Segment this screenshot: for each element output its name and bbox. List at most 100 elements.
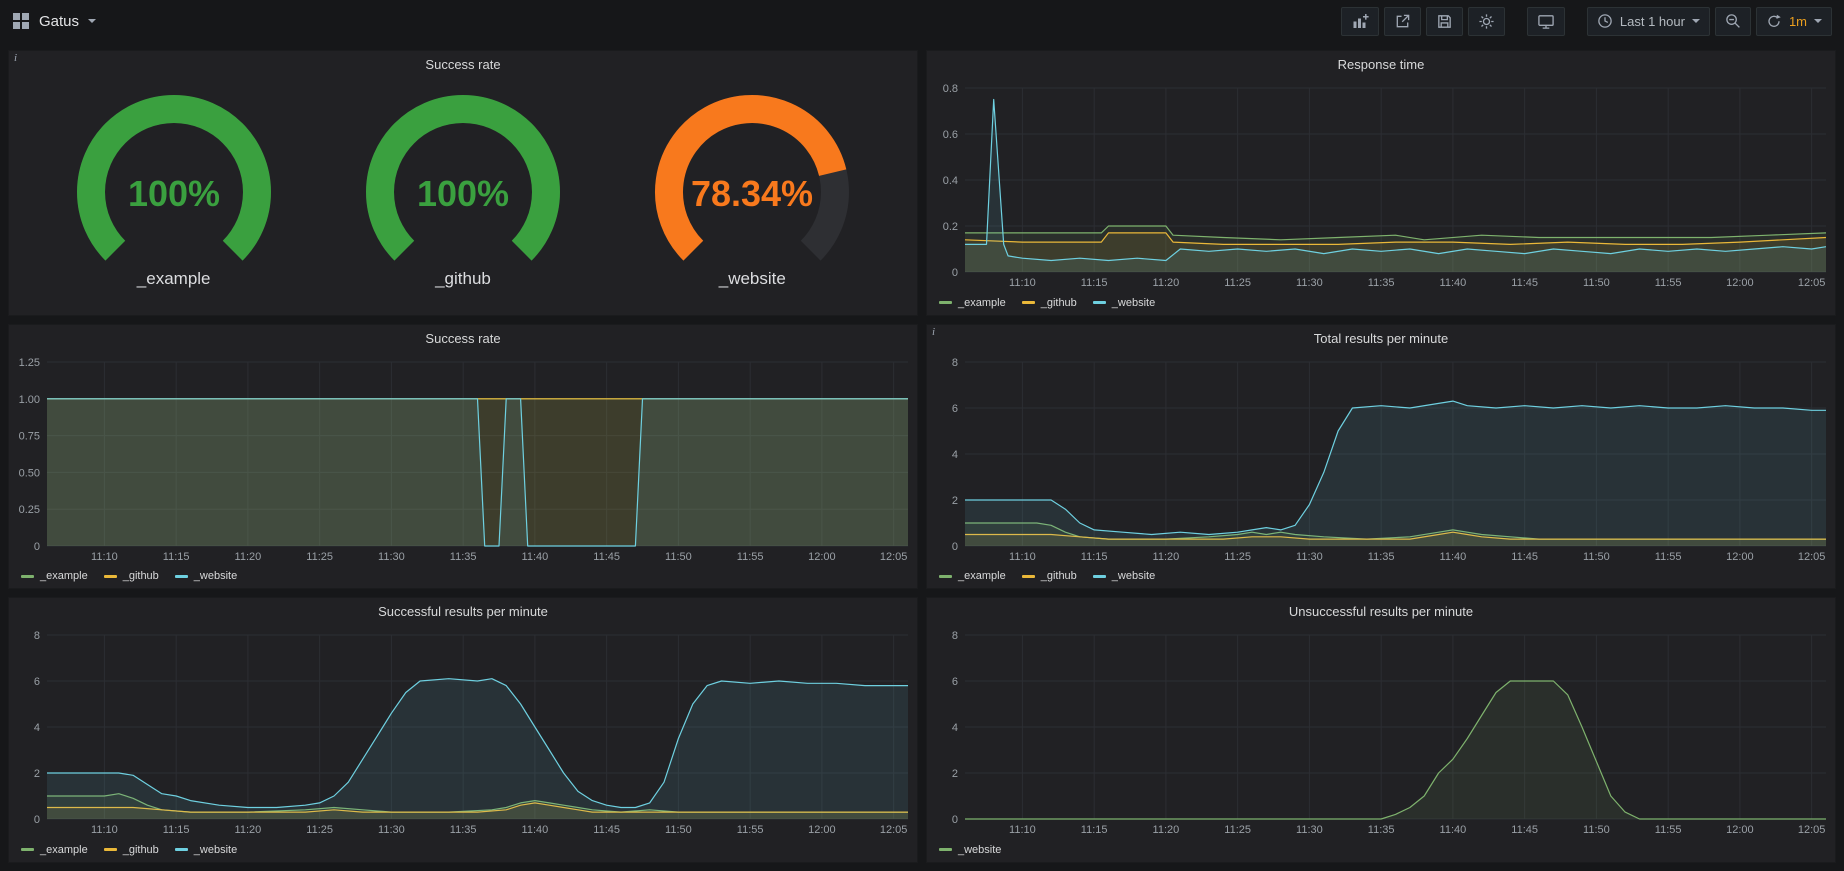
legend-item-_website[interactable]: _website (175, 844, 237, 856)
svg-text:11:25: 11:25 (306, 824, 333, 836)
legend-color-icon (104, 575, 117, 578)
legend-color-icon (1022, 575, 1035, 578)
refresh-picker[interactable]: 1m (1756, 7, 1832, 36)
svg-text:0: 0 (952, 267, 958, 279)
dashboard-title-button[interactable]: Gatus (12, 12, 96, 30)
svg-text:11:50: 11:50 (665, 824, 692, 836)
svg-text:11:45: 11:45 (1511, 824, 1538, 836)
svg-text:11:15: 11:15 (163, 824, 190, 836)
svg-text:12:05: 12:05 (1798, 824, 1826, 836)
svg-text:12:00: 12:00 (1726, 277, 1754, 289)
legend-series-name: _website (1112, 570, 1155, 582)
legend-item-_github[interactable]: _github (104, 570, 159, 582)
response-time-chart[interactable]: 00.20.40.60.811:1011:1511:2011:2511:3011… (927, 78, 1835, 291)
legend-item-_github[interactable]: _github (1022, 297, 1077, 309)
dashboard-settings-button[interactable] (1468, 7, 1505, 36)
time-range-picker[interactable]: Last 1 hour (1587, 7, 1710, 36)
svg-text:6: 6 (952, 676, 958, 688)
legend-item-_website[interactable]: _website (175, 570, 237, 582)
legend-color-icon (1093, 301, 1106, 304)
svg-text:1.00: 1.00 (19, 393, 40, 405)
svg-text:1.25: 1.25 (19, 357, 40, 369)
panel-title[interactable]: Success rate (9, 51, 917, 78)
legend-item-_website[interactable]: _website (1093, 297, 1155, 309)
svg-text:11:10: 11:10 (91, 551, 118, 563)
svg-text:11:45: 11:45 (593, 551, 620, 563)
successful-results-chart[interactable]: 0246811:1011:1511:2011:2511:3011:3511:40… (9, 625, 917, 838)
legend-color-icon (175, 575, 188, 578)
caret-down-icon (88, 19, 96, 23)
svg-text:11:20: 11:20 (235, 551, 262, 563)
caret-down-icon (1814, 19, 1822, 23)
svg-text:12:00: 12:00 (1726, 824, 1754, 836)
refresh-icon (1766, 13, 1782, 29)
panel-total-results: i Total results per minute 0246811:1011:… (926, 324, 1836, 590)
svg-text:11:55: 11:55 (737, 551, 764, 563)
legend-item-_example[interactable]: _example (939, 570, 1006, 582)
svg-text:4: 4 (952, 722, 958, 734)
legend-color-icon (175, 848, 188, 851)
legend-item-_website[interactable]: _website (939, 844, 1001, 856)
share-dashboard-button[interactable] (1384, 7, 1421, 36)
legend-item-_example[interactable]: _example (21, 570, 88, 582)
add-panel-button[interactable] (1341, 7, 1379, 36)
legend-item-_github[interactable]: _github (104, 844, 159, 856)
svg-text:11:15: 11:15 (163, 551, 190, 563)
panel-response-time: Response time 00.20.40.60.811:1011:1511:… (926, 50, 1836, 316)
svg-text:11:55: 11:55 (1655, 551, 1682, 563)
clock-icon (1597, 13, 1613, 29)
legend-series-name: _example (958, 297, 1006, 309)
gauge-label: _website (719, 269, 786, 289)
zoom-out-time-button[interactable] (1715, 7, 1751, 36)
svg-text:8: 8 (952, 357, 958, 369)
total-results-chart[interactable]: 0246811:1011:1511:2011:2511:3011:3511:40… (927, 352, 1835, 565)
svg-text:0.50: 0.50 (19, 467, 40, 479)
svg-text:11:50: 11:50 (1583, 277, 1610, 289)
success-rate-chart[interactable]: 00.250.500.751.001.2511:1011:1511:2011:2… (9, 352, 917, 565)
legend-item-_github[interactable]: _github (1022, 570, 1077, 582)
legend-series-name: _github (123, 570, 159, 582)
svg-text:11:30: 11:30 (378, 824, 405, 836)
legend-series-name: _website (194, 844, 237, 856)
gauge-value: 78.34% (691, 173, 813, 214)
svg-text:0.6: 0.6 (943, 129, 958, 141)
svg-text:11:25: 11:25 (1224, 824, 1251, 836)
cycle-view-mode-button[interactable] (1527, 7, 1565, 36)
dashboard-grid: i Success rate 100%_example 100% _github 78… (0, 42, 1844, 871)
gauge-value: 100% (417, 173, 509, 214)
panel-title[interactable]: Success rate (9, 325, 917, 352)
svg-text:11:50: 11:50 (1583, 551, 1610, 563)
info-icon[interactable]: i (9, 51, 27, 69)
panel-title[interactable]: Response time (927, 51, 1835, 78)
unsuccessful-results-chart[interactable]: 0246811:1011:1511:2011:2511:3011:3511:40… (927, 625, 1835, 838)
legend-series-name: _github (123, 844, 159, 856)
panel-title[interactable]: Total results per minute (927, 325, 1835, 352)
svg-text:11:50: 11:50 (665, 551, 692, 563)
gauge-_example: 100%_example (51, 93, 297, 289)
legend-item-_example[interactable]: _example (939, 297, 1006, 309)
svg-text:11:25: 11:25 (306, 551, 333, 563)
refresh-interval-label: 1m (1789, 14, 1807, 29)
svg-text:0: 0 (952, 814, 958, 826)
svg-text:2: 2 (952, 768, 958, 780)
svg-text:11:25: 11:25 (1224, 551, 1251, 563)
svg-text:11:30: 11:30 (1296, 551, 1323, 563)
legend-color-icon (1022, 301, 1035, 304)
svg-text:12:05: 12:05 (1798, 277, 1826, 289)
info-icon[interactable]: i (927, 325, 945, 343)
panel-success-rate-graph: Success rate 00.250.500.751.001.2511:101… (8, 324, 918, 590)
legend-item-_example[interactable]: _example (21, 844, 88, 856)
svg-text:11:40: 11:40 (1440, 277, 1467, 289)
save-dashboard-button[interactable] (1426, 7, 1463, 36)
share-icon (1394, 13, 1411, 30)
svg-text:2: 2 (34, 768, 40, 780)
save-icon (1436, 13, 1453, 30)
legend-item-_website[interactable]: _website (1093, 570, 1155, 582)
caret-down-icon (1692, 19, 1700, 23)
svg-text:11:30: 11:30 (1296, 824, 1323, 836)
legend-series-name: _example (958, 570, 1006, 582)
svg-text:0: 0 (34, 541, 40, 553)
svg-text:12:05: 12:05 (880, 551, 908, 563)
panel-title[interactable]: Successful results per minute (9, 598, 917, 625)
panel-title[interactable]: Unsuccessful results per minute (927, 598, 1835, 625)
